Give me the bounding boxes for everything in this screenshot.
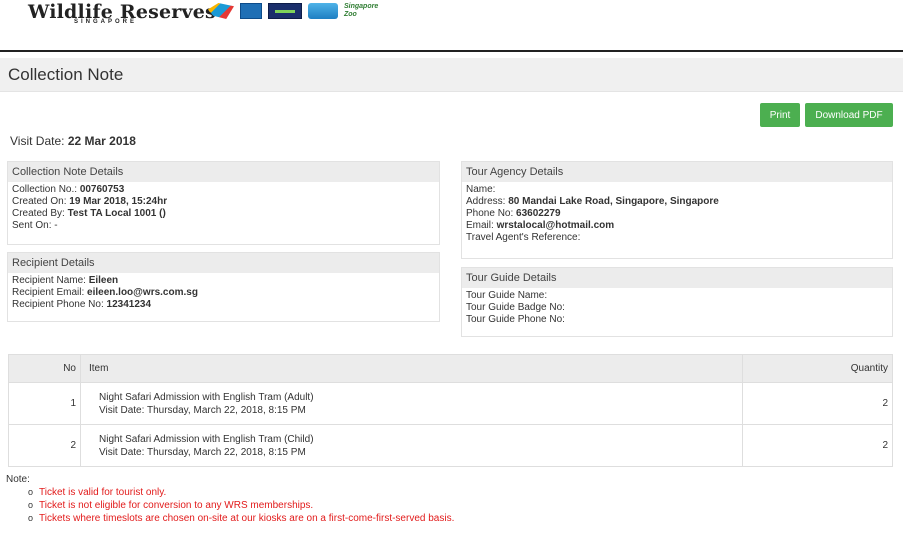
agency-phone: Phone No: 63602279 — [466, 208, 561, 219]
title-bar: Collection Note — [0, 58, 903, 92]
note-label: Note: — [6, 474, 30, 485]
note-item: Tickets where timeslots are chosen on-si… — [28, 512, 454, 525]
collection-note-details-title: Collection Note Details — [8, 162, 439, 182]
tour-guide-details-title: Tour Guide Details — [462, 268, 892, 288]
night-safari-logo-icon — [268, 3, 302, 19]
item-visit-date: Visit Date: Thursday, March 22, 2018, 8:… — [99, 404, 306, 416]
visit-date: Visit Date: 22 Mar 2018 — [10, 134, 136, 148]
guide-phone: Tour Guide Phone No: — [466, 314, 565, 325]
note-list: Ticket is valid for tourist only. Ticket… — [28, 486, 454, 525]
col-header-quantity: Quantity — [742, 354, 893, 383]
row-item: Night Safari Admission with English Tram… — [80, 424, 743, 467]
site-header: Wildlife Reserves SINGAPORE Singapore Zo… — [0, 0, 903, 52]
page-title: Collection Note — [8, 65, 124, 84]
created-on: Created On: 19 Mar 2018, 15:24hr — [12, 196, 168, 207]
items-table: No Item Quantity 1 Night Safari Admissio… — [8, 354, 893, 467]
river-safari-logo-icon — [240, 3, 262, 19]
note-item: Ticket is not eligible for conversion to… — [28, 499, 454, 512]
note-item: Ticket is valid for tourist only. — [28, 486, 454, 499]
brand-subtitle: SINGAPORE — [74, 19, 138, 25]
agency-reference: Travel Agent's Reference: — [466, 232, 581, 243]
download-pdf-button[interactable]: Download PDF — [805, 103, 893, 127]
tour-agency-details-panel: Tour Agency Details Name: Address: 80 Ma… — [461, 161, 893, 259]
recipient-name: Recipient Name: Eileen — [12, 275, 119, 286]
recipient-details-panel: Recipient Details Recipient Name: Eileen… — [7, 252, 440, 322]
row-item: Night Safari Admission with English Tram… — [80, 382, 743, 425]
tour-guide-details-panel: Tour Guide Details Tour Guide Name: Tour… — [461, 267, 893, 337]
visit-date-value: 22 Mar 2018 — [67, 134, 136, 148]
agency-name: Name: — [466, 184, 496, 195]
guide-name: Tour Guide Name: — [466, 290, 548, 301]
recipient-details-title: Recipient Details — [8, 253, 439, 273]
sent-on: Sent On: - — [12, 220, 58, 231]
row-quantity: 2 — [742, 382, 893, 425]
collection-note-details-panel: Collection Note Details Collection No.: … — [7, 161, 440, 245]
recipient-email: Recipient Email: eileen.loo@wrs.com.sg — [12, 287, 198, 298]
agency-email: Email: wrstalocal@hotmail.com — [466, 220, 615, 231]
row-quantity: 2 — [742, 424, 893, 467]
table-row: 1 Night Safari Admission with English Tr… — [8, 382, 893, 425]
visit-date-label: Visit Date: — [10, 134, 65, 148]
singapore-zoo-logo: Singapore Zoo — [344, 3, 379, 18]
item-name: Night Safari Admission with English Tram… — [99, 391, 314, 403]
table-header-row: No Item Quantity — [8, 354, 893, 383]
col-header-no: No — [8, 354, 81, 383]
table-row: 2 Night Safari Admission with English Tr… — [8, 424, 893, 467]
print-button[interactable]: Print — [760, 103, 800, 127]
tour-agency-details-title: Tour Agency Details — [462, 162, 892, 182]
item-name: Night Safari Admission with English Tram… — [99, 433, 314, 445]
row-no: 1 — [8, 382, 81, 425]
bird-park-logo-icon — [308, 3, 338, 19]
col-header-item: Item — [80, 354, 743, 383]
item-visit-date: Visit Date: Thursday, March 22, 2018, 8:… — [99, 446, 306, 458]
agency-address: Address: 80 Mandai Lake Road, Singapore,… — [466, 196, 719, 207]
collection-no: Collection No.: 00760753 — [12, 184, 125, 195]
recipient-phone: Recipient Phone No: 12341234 — [12, 299, 152, 310]
wrs-bird-logo-icon — [208, 3, 234, 19]
guide-badge: Tour Guide Badge No: — [466, 302, 565, 313]
created-by: Created By: Test TA Local 1001 () — [12, 208, 166, 219]
row-no: 2 — [8, 424, 81, 467]
park-logos: Singapore Zoo — [208, 3, 379, 19]
